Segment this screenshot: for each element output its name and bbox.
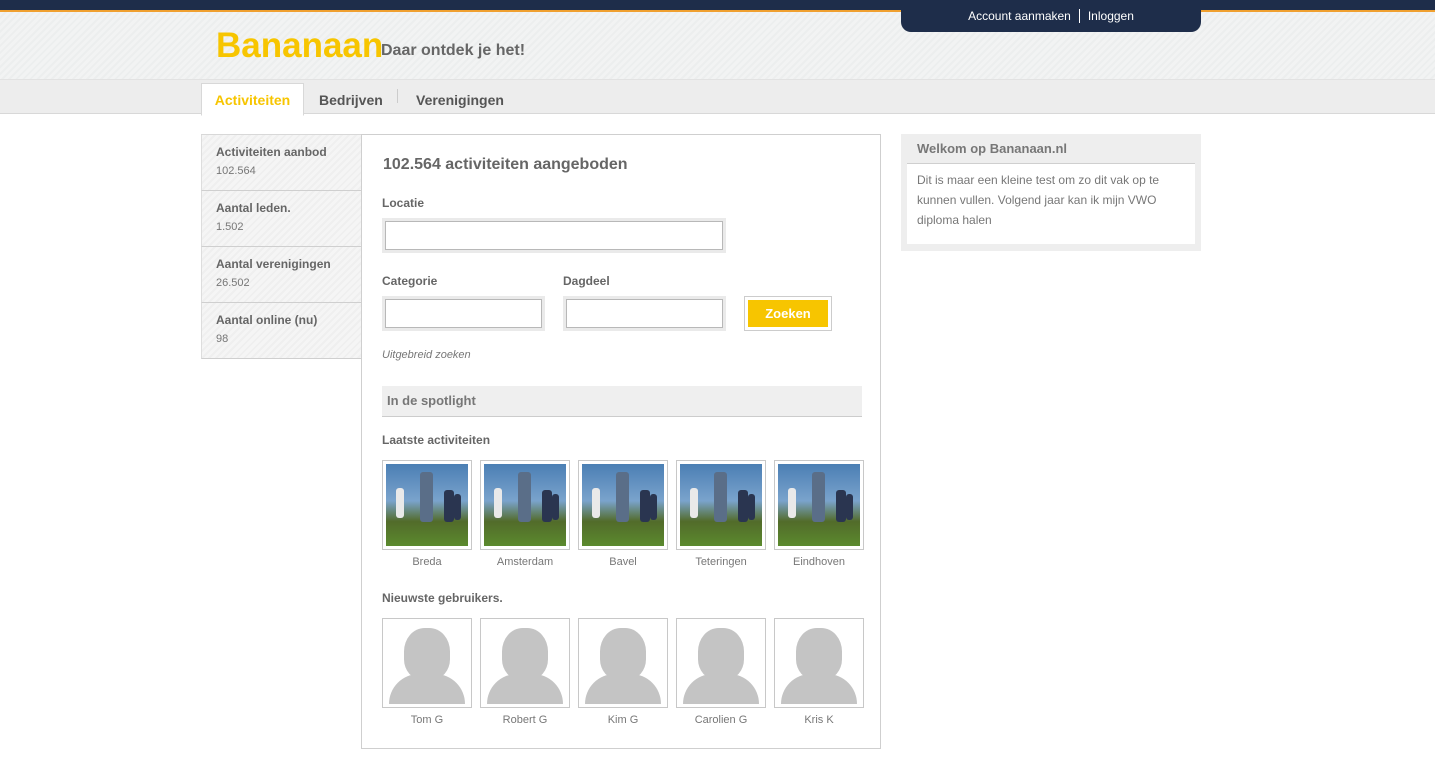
activity-photo-frame [382, 460, 472, 550]
activity-location: Teteringen [695, 556, 747, 568]
account-bar: Account aanmaken Inloggen [901, 0, 1201, 32]
nav-divider [397, 89, 398, 103]
activity-item[interactable]: Bavel [578, 460, 668, 568]
stat-value: 102.564 [216, 165, 256, 177]
avatar-placeholder-icon [582, 622, 664, 704]
dagdeel-input[interactable] [566, 299, 723, 328]
categorie-field-wrap [382, 296, 545, 331]
activity-photo [582, 464, 664, 546]
avatar-placeholder-icon [778, 622, 860, 704]
main-panel: 102.564 activiteiten aangeboden Locatie … [361, 134, 881, 749]
account-create-link[interactable]: Account aanmaken [968, 9, 1071, 23]
stat-aantal-leden[interactable]: Aantal leden. 1.502 [201, 191, 361, 247]
slogan: Daar ontdek je het! [381, 42, 526, 59]
avatar-frame [774, 618, 864, 708]
activity-photo [484, 464, 566, 546]
user-name: Kim G [607, 714, 639, 726]
locatie-field-wrap [382, 218, 726, 253]
locatie-label: Locatie [382, 196, 425, 210]
stat-aantal-online[interactable]: Aantal online (nu) 98 [201, 303, 361, 359]
activity-photo-frame [774, 460, 864, 550]
avatar-frame [480, 618, 570, 708]
locatie-input[interactable] [385, 221, 723, 250]
search-button[interactable]: Zoeken [748, 300, 828, 327]
stat-title: Aantal leden. [216, 201, 291, 215]
user-item[interactable]: Carolien G [676, 618, 766, 726]
activity-photo-frame [480, 460, 570, 550]
welcome-box: Welkom op Bananaan.nl Dit is maar een kl… [901, 134, 1201, 251]
activities-list: Breda Amsterdam Bavel Teteringen Eindhov… [382, 460, 867, 568]
advanced-search-link[interactable]: Uitgebreid zoeken [382, 349, 471, 361]
activity-photo-frame [676, 460, 766, 550]
nav-bar: Activiteiten Bedrijven Verenigingen [0, 79, 1435, 116]
top-strip [0, 0, 1435, 12]
activity-item[interactable]: Breda [382, 460, 472, 568]
stat-aantal-verenigingen[interactable]: Aantal verenigingen 26.502 [201, 247, 361, 303]
stat-title: Aantal verenigingen [216, 257, 331, 271]
latest-activities-title: Laatste activiteiten [382, 433, 491, 447]
activity-item[interactable]: Amsterdam [480, 460, 570, 568]
activity-item[interactable]: Eindhoven [774, 460, 864, 568]
tab-bedrijven[interactable]: Bedrijven [319, 83, 383, 116]
user-item[interactable]: Kim G [578, 618, 668, 726]
stat-activiteiten-aanbod[interactable]: Activiteiten aanbod 102.564 [201, 135, 361, 191]
dagdeel-label: Dagdeel [563, 274, 610, 288]
search-button-wrap: Zoeken [744, 296, 832, 331]
page-title: 102.564 activiteiten aangeboden [383, 156, 628, 173]
stats-sidebar: Activiteiten aanbod 102.564 Aantal leden… [201, 134, 361, 359]
welcome-body: Dit is maar een kleine test om zo dit va… [907, 164, 1195, 244]
avatar-frame [578, 618, 668, 708]
categorie-label: Categorie [382, 274, 438, 288]
user-item[interactable]: Tom G [382, 618, 472, 726]
activity-location: Amsterdam [496, 556, 554, 568]
activity-location: Breda [412, 556, 442, 568]
activity-photo-frame [578, 460, 668, 550]
activity-location: Eindhoven [793, 556, 845, 568]
account-bar-divider [1078, 9, 1080, 23]
logo[interactable]: Bananaan [216, 26, 383, 66]
avatar-placeholder-icon [484, 622, 566, 704]
activity-item[interactable]: Teteringen [676, 460, 766, 568]
avatar-frame [382, 618, 472, 708]
spotlight-heading: In de spotlight [382, 386, 862, 417]
user-item[interactable]: Robert G [480, 618, 570, 726]
stat-title: Activiteiten aanbod [216, 145, 327, 159]
dagdeel-field-wrap [563, 296, 726, 331]
avatar-placeholder-icon [386, 622, 468, 704]
user-name: Kris K [804, 714, 834, 726]
activity-photo [680, 464, 762, 546]
activity-photo [778, 464, 860, 546]
stat-value: 98 [216, 333, 229, 345]
user-name: Carolien G [694, 714, 748, 726]
stat-value: 26.502 [216, 277, 250, 289]
login-link[interactable]: Inloggen [1088, 9, 1134, 23]
stat-title: Aantal online (nu) [216, 313, 318, 327]
avatar-frame [676, 618, 766, 708]
user-name: Tom G [410, 714, 444, 726]
activity-location: Bavel [609, 556, 637, 568]
user-item[interactable]: Kris K [774, 618, 864, 726]
categorie-input[interactable] [385, 299, 542, 328]
welcome-title: Welkom op Bananaan.nl [907, 134, 1195, 164]
activity-photo [386, 464, 468, 546]
tab-activiteiten[interactable]: Activiteiten [201, 83, 304, 116]
user-name: Robert G [502, 714, 548, 726]
stat-value: 1.502 [216, 221, 244, 233]
tab-verenigingen[interactable]: Verenigingen [416, 83, 504, 116]
newest-users-title: Nieuwste gebruikers. [382, 591, 503, 605]
avatar-placeholder-icon [680, 622, 762, 704]
users-list: Tom G Robert G Kim G Carolien G Kris K [382, 618, 867, 726]
